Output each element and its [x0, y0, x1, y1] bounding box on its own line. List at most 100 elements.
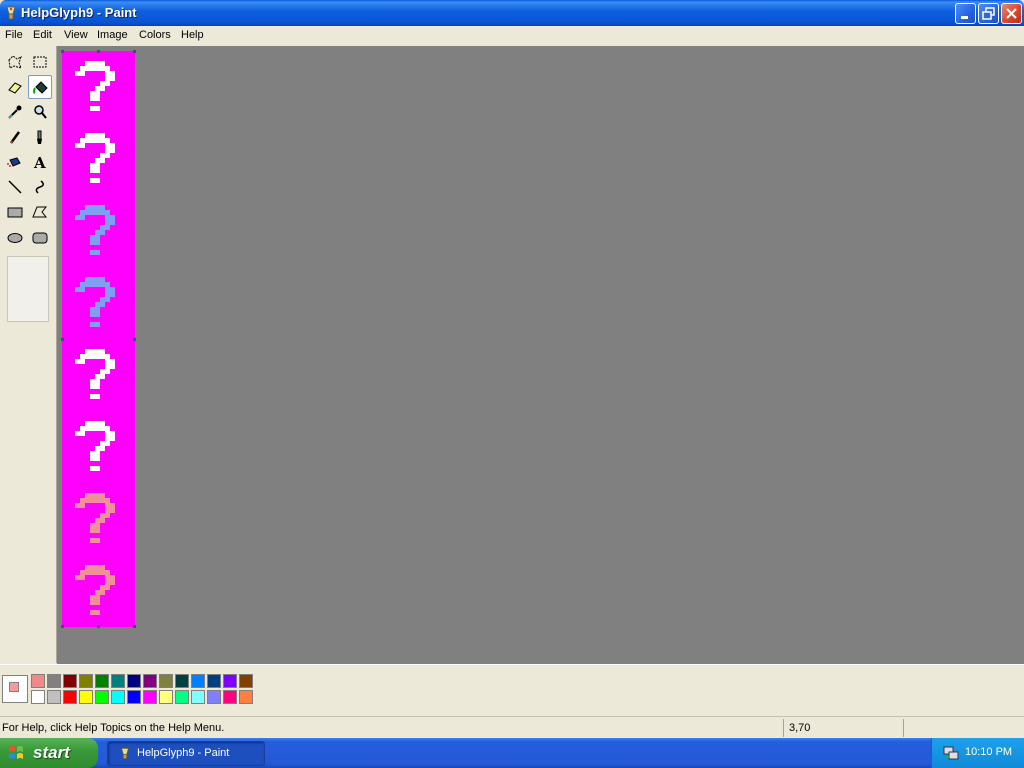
rectangle-select-icon [33, 56, 47, 68]
palette-swatch[interactable] [111, 690, 125, 704]
palette-swatch[interactable] [143, 674, 157, 688]
menu-image[interactable]: Image [97, 29, 128, 41]
fill-bucket-icon [33, 81, 48, 94]
tool-ellipse[interactable] [3, 225, 27, 249]
restore-button[interactable] [978, 3, 999, 24]
palette-swatch[interactable] [31, 690, 45, 704]
tool-text[interactable]: A [28, 150, 52, 174]
tool-rectangle[interactable] [3, 200, 27, 224]
menu-edit[interactable]: Edit [33, 29, 52, 41]
paint-app-icon [6, 6, 16, 20]
cursor-coordinates: 3,70 [789, 722, 811, 734]
tool-rectangle-select[interactable] [28, 50, 52, 74]
svg-text:A: A [33, 154, 46, 170]
paint-window: HelpGlyph9 - Paint File Edit View Image … [0, 0, 1024, 738]
palette-swatch[interactable] [207, 674, 221, 688]
paint-app-icon [121, 748, 129, 759]
start-label: start [33, 743, 70, 762]
tool-pencil[interactable] [3, 125, 27, 149]
status-separator [903, 719, 904, 737]
palette-swatch[interactable] [79, 690, 93, 704]
tool-pick-color[interactable] [3, 100, 27, 124]
palette-swatch[interactable] [47, 674, 61, 688]
menu-view[interactable]: View [64, 29, 88, 41]
tool-line[interactable] [3, 175, 27, 199]
bitmap-canvas[interactable] [62, 51, 135, 627]
ellipse-icon [7, 233, 23, 243]
palette-swatch[interactable] [223, 690, 237, 704]
status-help-text: For Help, click Help Topics on the Help … [2, 722, 225, 734]
tool-free-form-select[interactable] [3, 50, 27, 74]
tool-brush[interactable] [28, 125, 52, 149]
palette-swatch[interactable] [31, 674, 45, 688]
palette-swatch[interactable] [191, 690, 205, 704]
resize-handle[interactable] [133, 338, 136, 341]
palette-swatch[interactable] [95, 674, 109, 688]
palette-swatch[interactable] [79, 674, 93, 688]
palette-swatch[interactable] [239, 674, 253, 688]
tool-rounded-rectangle[interactable] [28, 225, 52, 249]
tool-curve[interactable] [28, 175, 52, 199]
taskbar-item-paint[interactable]: HelpGlyph9 - Paint [107, 741, 265, 766]
menu-file[interactable]: File [5, 29, 23, 41]
tool-fill-with-color[interactable] [28, 75, 52, 99]
palette-swatch[interactable] [95, 690, 109, 704]
eraser-icon [8, 82, 22, 94]
palette-swatch[interactable] [207, 690, 221, 704]
palette-swatch[interactable] [127, 690, 141, 704]
resize-handle[interactable] [61, 50, 64, 53]
palette-swatch[interactable] [63, 690, 77, 704]
curve-icon [35, 180, 44, 194]
start-button[interactable]: start [0, 738, 98, 768]
palette-swatch[interactable] [223, 674, 237, 688]
status-bar: For Help, click Help Topics on the Help … [0, 716, 1024, 738]
palette-swatch[interactable] [143, 690, 157, 704]
resize-handle[interactable] [97, 625, 100, 628]
palette-swatch[interactable] [63, 674, 77, 688]
text-icon: A [33, 154, 46, 170]
palette-swatch[interactable] [159, 690, 173, 704]
question-mark-glyph [75, 493, 115, 543]
question-mark-glyph [75, 565, 115, 615]
canvas-area[interactable] [57, 46, 1024, 664]
palette-swatch[interactable] [159, 674, 173, 688]
foreground-color-swatch [9, 682, 19, 692]
eyedropper-icon [8, 105, 22, 119]
palette-swatch[interactable] [127, 674, 141, 688]
resize-handle[interactable] [61, 338, 64, 341]
resize-handle[interactable] [133, 625, 136, 628]
tool-magnifier[interactable] [28, 100, 52, 124]
tool-options-box[interactable] [7, 256, 49, 322]
question-mark-glyph [75, 205, 115, 255]
question-mark-glyph [75, 421, 115, 471]
clock: 10:10 PM [965, 746, 1013, 758]
resize-handle[interactable] [133, 50, 136, 53]
menu-colors[interactable]: Colors [139, 29, 171, 41]
current-colors[interactable] [2, 675, 28, 703]
pencil-icon [9, 131, 21, 144]
palette-swatch[interactable] [111, 674, 125, 688]
title-bar[interactable]: HelpGlyph9 - Paint [0, 0, 1024, 26]
resize-handle[interactable] [61, 625, 64, 628]
menu-help[interactable]: Help [181, 29, 204, 41]
palette-swatch[interactable] [175, 690, 189, 704]
question-mark-glyph [75, 133, 115, 183]
network-icon[interactable] [943, 745, 959, 761]
resize-handle[interactable] [97, 50, 100, 53]
minimize-button[interactable] [955, 3, 976, 24]
tool-eraser[interactable] [3, 75, 27, 99]
system-tray: 10:10 PM [931, 738, 1024, 768]
palette-swatch[interactable] [191, 674, 205, 688]
tool-polygon[interactable] [28, 200, 52, 224]
restore-icon [982, 7, 995, 20]
brush-icon [37, 130, 42, 144]
close-button[interactable] [1001, 3, 1022, 24]
tool-airbrush[interactable] [3, 150, 27, 174]
airbrush-icon [7, 157, 21, 167]
palette-swatch[interactable] [47, 690, 61, 704]
palette-swatch[interactable] [239, 690, 253, 704]
polygon-icon [32, 206, 48, 218]
palette-swatch[interactable] [175, 674, 189, 688]
free-form-select-icon [8, 55, 22, 69]
question-mark-glyph [75, 277, 115, 327]
